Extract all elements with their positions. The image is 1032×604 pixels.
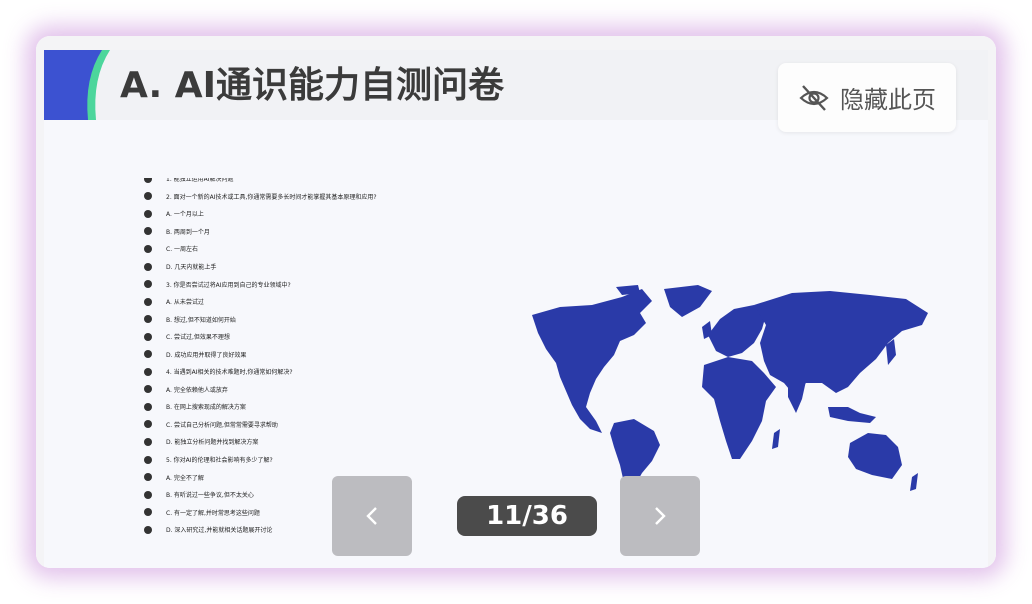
question-text: C. 一周左右 [166,246,199,254]
bullet-icon [144,420,152,429]
question-text: D. 深入研究过,并能就相关话题展开讨论 [166,527,273,535]
bullet-icon [144,367,152,376]
question-text: B. 在网上搜索现成的解决方案 [166,404,246,412]
question-list-item: B. 两周到一个月 [142,223,377,241]
bullet-icon [144,385,152,394]
question-list-item: A. 一个月以上 [142,205,377,223]
bullet-icon [144,297,152,306]
question-list-item: D. 能独立分析问题并找到解决方案 [142,433,377,451]
question-text: A. 从未尝试过 [166,299,204,307]
question-list-item: 1. 能独立运用AI解决问题 [142,178,377,188]
question-list-item: C. 尝试过,但效果不理想 [142,328,377,346]
title-accent-shape [44,50,110,120]
bullet-icon [144,525,152,534]
questionnaire-list: 1. 能独立运用AI解决问题 2. 面对一个新的AI技术或工具,你通常需要多长时间… [142,178,462,568]
bullet-icon [144,209,152,218]
question-list-item: A. 完全依赖他人或放弃 [142,381,377,399]
question-list-item: 3. 你是否尝试过将AI应用到自己的专业领域中? [142,275,377,293]
bullet-icon [144,455,152,464]
bullet-icon [144,437,152,446]
bullet-icon [144,280,152,289]
bullet-icon [144,244,152,253]
chevron-left-icon [366,507,377,525]
previous-page-button[interactable] [332,476,412,556]
world-map [532,285,928,497]
question-text: 3. 你是否尝试过将AI应用到自己的专业领域中? [166,281,291,289]
question-list-item: B. 在网上搜索现成的解决方案 [142,398,377,416]
question-text: B. 想过,但不知道如何开始 [166,316,236,324]
question-text: D. 成功应用并取得了良好效果 [166,351,247,359]
chevron-right-icon [655,507,666,525]
question-list-item: 5. 你对AI的伦理和社会影响有多少了解? [142,451,377,469]
hide-page-button[interactable]: 隐藏此页 [778,63,956,132]
question-text: A. 完全依赖他人或放弃 [166,386,228,394]
question-text: D. 能独立分析问题并找到解决方案 [166,439,259,447]
question-list-item: 2. 面对一个新的AI技术或工具,你通常需要多长时间才能掌握其基本原理和应用? [142,188,377,206]
question-text: C. 有一定了解,并时常思考这些问题 [166,509,260,517]
bullet-icon [144,350,152,359]
hide-page-label: 隐藏此页 [840,86,936,114]
bullet-icon [144,315,152,324]
bullet-icon [144,227,152,236]
question-text: C. 尝试自己分析问题,但常常需要寻求帮助 [166,421,278,429]
question-text: 5. 你对AI的伦理和社会影响有多少了解? [166,457,273,465]
bullet-icon [144,508,152,517]
question-text: 1. 能独立运用AI解决问题 [166,178,234,184]
question-list-item: D. 成功应用并取得了良好效果 [142,345,377,363]
bullet-icon [144,490,152,499]
bullet-icon [144,402,152,411]
slide-title: A. AI通识能力自测问卷 [120,65,504,106]
next-page-button[interactable] [620,476,700,556]
question-text: B. 有听说过一些争议,但不太关心 [166,492,254,500]
question-text: B. 两周到一个月 [166,228,210,236]
bullet-icon [144,473,152,482]
question-list-item: B. 想过,但不知道如何开始 [142,310,377,328]
question-text: 2. 面对一个新的AI技术或工具,你通常需要多长时间才能掌握其基本原理和应用? [166,193,377,201]
question-text: 4. 当遇到AI相关的技术难题时,你通常如何解决? [166,369,293,377]
eye-off-icon [799,84,829,111]
page-counter: 11/36 [457,496,597,536]
question-list-item: A. 从未尝试过 [142,293,377,311]
question-list-item: 4. 当遇到AI相关的技术难题时,你通常如何解决? [142,363,377,381]
question-text: A. 完全不了解 [166,474,204,482]
bullet-icon [144,192,152,201]
question-list-item: C. 一周左右 [142,240,377,258]
presentation-card: A. AI通识能力自测问卷 1. 能独立运用AI解决问题 2. 面对一个新的AI技… [36,36,996,568]
bullet-icon [144,262,152,271]
bullet-icon [144,178,152,183]
question-list-item: C. 尝试自己分析问题,但常常需要寻求帮助 [142,416,377,434]
question-text: D. 几天内就能上手 [166,264,217,271]
question-text: C. 尝试过,但效果不理想 [166,334,230,342]
bullet-icon [144,332,152,341]
question-list-item: D. 几天内就能上手 [142,258,377,276]
question-text: A. 一个月以上 [166,211,204,219]
